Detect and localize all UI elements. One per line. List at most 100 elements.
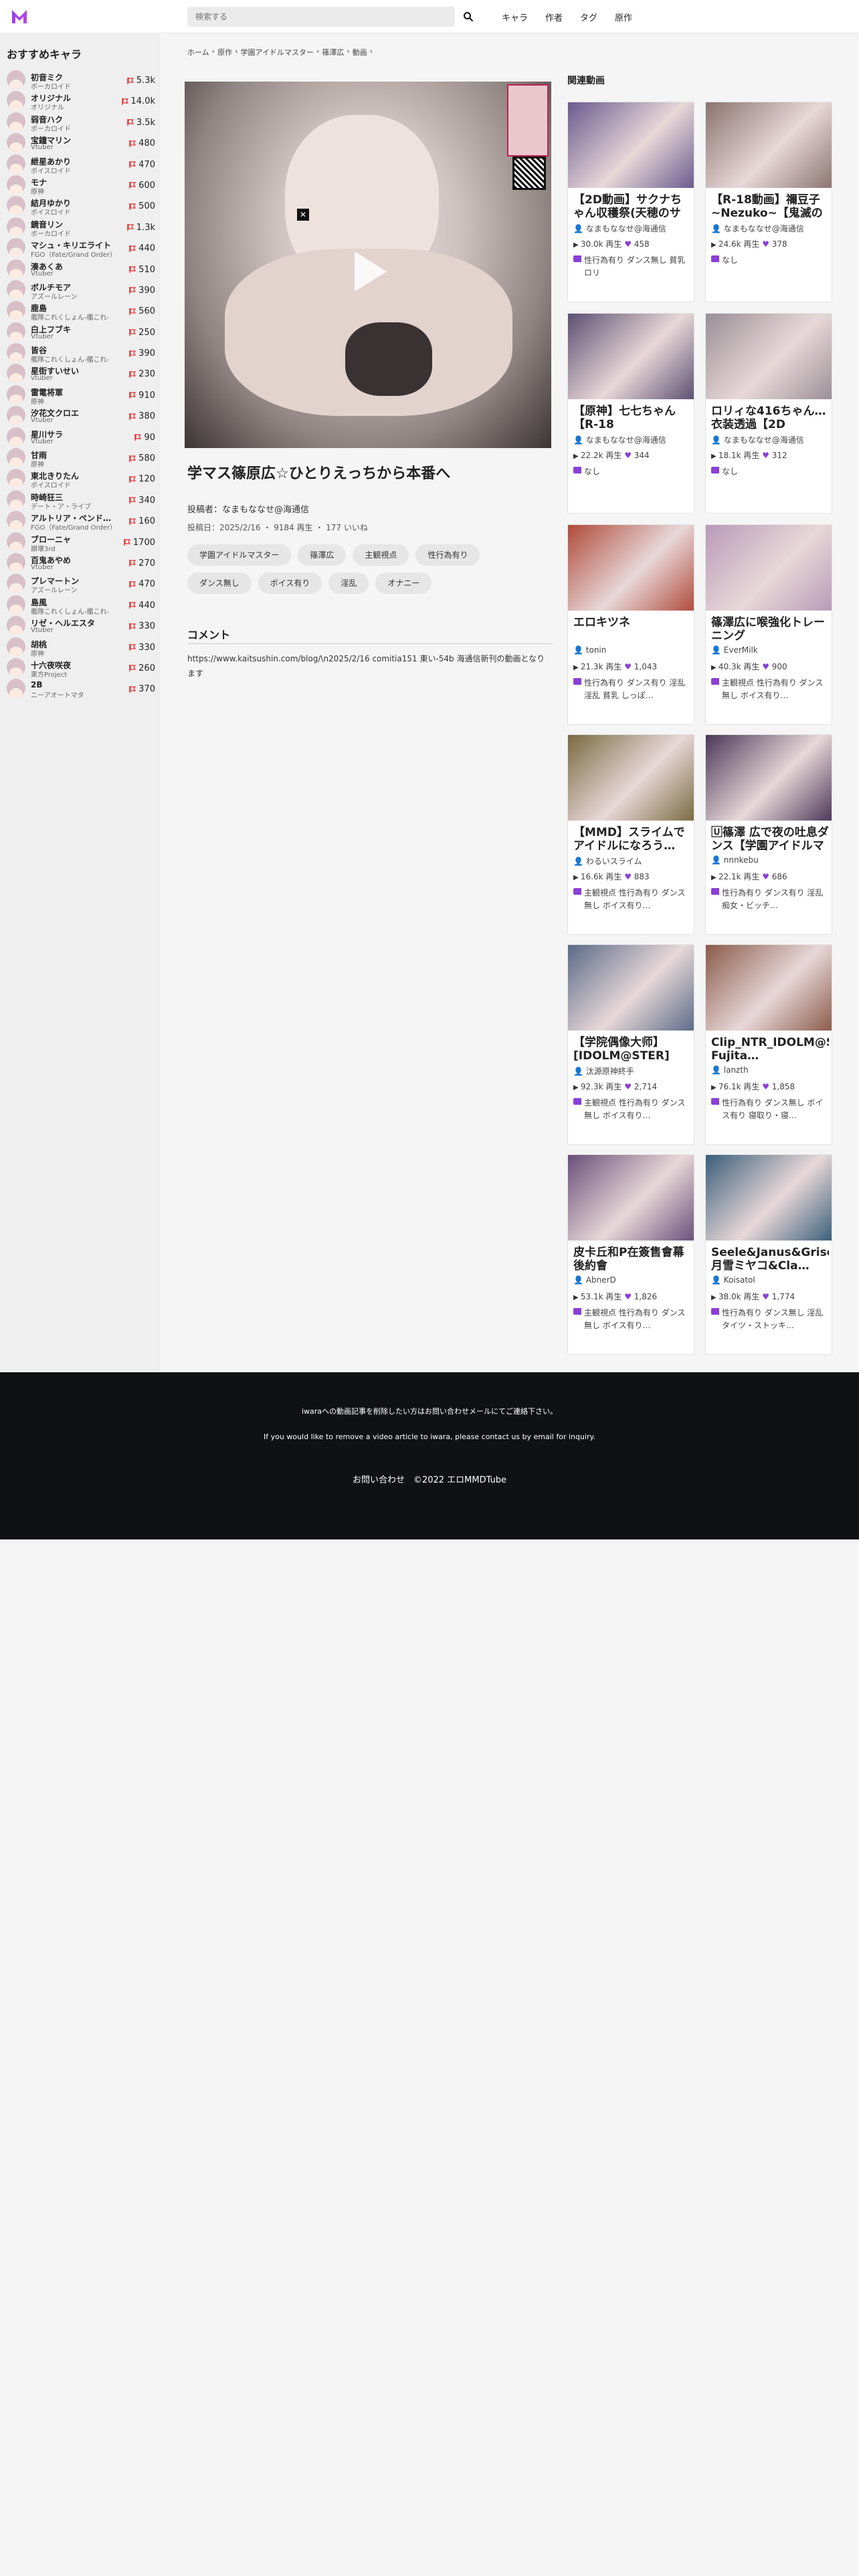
video-thumbnail[interactable]	[706, 102, 832, 188]
card-title[interactable]: 【原神】七七ちゃん【R-18 Anime2Dmotion】	[573, 405, 691, 431]
card-author[interactable]: 👤 nnnkebu	[711, 855, 829, 865]
sidebar-character-item[interactable]: 時崎狂三 デート・ア・ライブ 340	[0, 488, 161, 511]
sidebar-character-item[interactable]: 雷電将軍 原神 910	[0, 383, 161, 406]
play-icon[interactable]	[355, 251, 387, 292]
card-author[interactable]: 👤 Koisatol	[711, 1275, 829, 1285]
sidebar-character-item[interactable]: 2B ニーアオートマタ 370	[0, 677, 161, 700]
breadcrumb-item[interactable]: 動画	[353, 47, 367, 58]
related-video-card[interactable]: 【MMD】スライムでアイドルになろう… 👤 わるいスライム ▶ 16.6k 再生 ♥…	[567, 734, 694, 935]
related-video-card[interactable]: 🅄篠澤 広で夜の吐息ダンス【学園アイドルマスター】 👤 nnnkebu ▶ 22.1…	[705, 734, 832, 935]
tag-chip[interactable]: 篠澤広	[298, 544, 347, 566]
card-author[interactable]: 👤 lanzth	[711, 1065, 829, 1075]
related-video-card[interactable]: 【2D動画】サクナちゃん収穫祭(天穂のサクナヒメ) 👤 なまもななせ@海通信 ▶ 3…	[567, 102, 694, 302]
nav-author[interactable]: 作者	[545, 11, 563, 23]
sidebar-character-item[interactable]: 汐花文クロエ Vtuber 380	[0, 404, 161, 425]
card-title[interactable]: Seele&Janus&Griseo&月雪ミヤコ&Cla…	[711, 1246, 829, 1273]
tag-chip[interactable]: ダンス無し	[187, 572, 252, 594]
sidebar-character-item[interactable]: プレマートン アズールレーン 470	[0, 572, 161, 595]
video-thumbnail[interactable]	[568, 314, 694, 399]
search-input[interactable]	[187, 7, 428, 27]
sidebar-character-item[interactable]: オリジナル オリジナル 14.0k	[0, 89, 161, 112]
card-author[interactable]: 👤 なまもななせ@海通信	[711, 223, 829, 234]
tag-chip[interactable]: 主観視点	[353, 544, 409, 566]
sidebar-character-item[interactable]: 百鬼あやめ Vtuber 270	[0, 551, 161, 572]
sidebar-character-item[interactable]: 結月ゆかり ボイスロイド 500	[0, 194, 161, 217]
card-title[interactable]: 【2D動画】サクナちゃん収穫祭(天穂のサクナヒメ)	[573, 193, 691, 220]
related-video-card[interactable]: 皮卡丘和P在簽售會幕後約會 👤 AbnerD ▶ 53.1k 再生 ♥ 1,826 主…	[567, 1154, 694, 1355]
sidebar-character-item[interactable]: 白上フブキ Vtuber 250	[0, 320, 161, 341]
related-video-card[interactable]: 【学院偶像大师】[IDOLM@STER]【OO… 👤 汰源原神終手 ▶ 92.3k …	[567, 944, 694, 1145]
tag-chip[interactable]: 性行為有り	[415, 544, 480, 566]
breadcrumb-item[interactable]: 篠澤広	[322, 47, 344, 58]
card-author[interactable]: 👤 わるいスライム	[573, 855, 691, 867]
sidebar-character-item[interactable]: リゼ・ヘルエスタ Vtuber 330	[0, 614, 161, 635]
video-thumbnail[interactable]	[568, 102, 694, 188]
tag-chip[interactable]: 淫乱	[328, 572, 369, 594]
card-author[interactable]: 👤 なまもななせ@海通信	[573, 434, 691, 445]
sidebar-character-item[interactable]: 島風 艦隊これくしょん-艦これ- 440	[0, 593, 161, 616]
sidebar-character-item[interactable]: 皆谷 艦隊これくしょん-艦これ- 390	[0, 341, 161, 364]
sidebar-character-item[interactable]: マシュ・キリエライト FGO（Fate/Grand Order） 440	[0, 236, 161, 259]
search-button[interactable]	[456, 7, 480, 27]
sidebar-character-item[interactable]: 星川サラ Vtuber 90	[0, 425, 161, 446]
video-player[interactable]: ✕	[185, 82, 551, 448]
video-thumbnail[interactable]	[706, 945, 832, 1031]
card-title[interactable]: Clip_NTR_IDOLM@STER_Kotone Fujita…	[711, 1036, 829, 1063]
sidebar-character-item[interactable]: 湊あくあ Vtuber 510	[0, 257, 161, 278]
card-author[interactable]: 👤 汰源原神終手	[573, 1065, 691, 1077]
video-thumbnail[interactable]	[706, 314, 832, 399]
footer-links[interactable]: お問い合わせ ©2022 エロMMDTube	[0, 1473, 859, 1485]
close-icon[interactable]: ✕	[297, 209, 309, 221]
card-author[interactable]: 👤 AbnerD	[573, 1275, 691, 1285]
card-author[interactable]: 👤 なまもななせ@海通信	[573, 223, 691, 234]
poster-link[interactable]: なまもななせ@海通信	[222, 505, 309, 515]
related-video-card[interactable]: エロキツネ 👤 tonin ▶ 21.3k 再生 ♥ 1,043 性行為有り ダンス有…	[567, 524, 694, 725]
sidebar-character-item[interactable]: 星街すいせい vtuber 230	[0, 362, 161, 383]
card-author[interactable]: 👤 EverMilk	[711, 645, 829, 655]
sidebar-character-item[interactable]: 紲星あかり ボイスロイド 470	[0, 152, 161, 175]
sidebar-character-item[interactable]: ブローニャ 崩壊3rd 1700	[0, 530, 161, 553]
video-thumbnail[interactable]	[706, 525, 832, 611]
related-video-card[interactable]: 【R-18動画】禰豆子 ~Nezuko~【鬼滅の刃】 👤 なまもななせ@海通信 ▶ …	[705, 102, 832, 302]
video-thumbnail[interactable]	[568, 1155, 694, 1241]
related-video-card[interactable]: 篠澤広に喉強化トレーニング 👤 EverMilk ▶ 40.3k 再生 ♥ 900 主…	[705, 524, 832, 725]
tag-chip[interactable]: ボイス有り	[258, 572, 322, 594]
sidebar-character-item[interactable]: アルトリア・ペンドラゴン FGO（Fate/Grand Order） 160	[0, 509, 161, 532]
sidebar-character-item[interactable]: 初音ミク ボーカロイド 5.3k	[0, 68, 161, 91]
related-video-card[interactable]: 【原神】七七ちゃん【R-18 Anime2Dmotion】 👤 なまもななせ@海通…	[567, 313, 694, 514]
sidebar-character-item[interactable]: ボルチモア アズールレーン 390	[0, 278, 161, 301]
tag-chip[interactable]: 学園アイドルマスター	[187, 544, 292, 566]
card-title[interactable]: 皮卡丘和P在簽售會幕後約會	[573, 1246, 691, 1273]
sidebar-character-item[interactable]: 胡桃 原神 330	[0, 635, 161, 658]
sidebar-character-item[interactable]: 弱音ハク ボーカロイド 3.5k	[0, 110, 161, 133]
card-title[interactable]: ロリィな416ちゃん…衣装透過【2D Animation】	[711, 405, 829, 431]
sidebar-character-item[interactable]: 鹿島 艦隊これくしょん-艦これ- 560	[0, 299, 161, 322]
breadcrumb-item[interactable]: 原作	[217, 47, 232, 58]
card-title[interactable]: 篠澤広に喉強化トレーニング	[711, 616, 829, 643]
sidebar-character-item[interactable]: 宝鐘マリン Vtuber 480	[0, 131, 161, 152]
related-video-card[interactable]: Seele&Janus&Griseo&月雪ミヤコ&Cla… 👤 Koisatol ▶…	[705, 1154, 832, 1355]
nav-character[interactable]: キャラ	[502, 11, 528, 23]
sidebar-character-item[interactable]: モナ 原神 600	[0, 173, 161, 196]
nav-tag[interactable]: タグ	[580, 11, 597, 23]
card-author[interactable]: 👤 なまもななせ@海通信	[711, 434, 829, 445]
video-thumbnail[interactable]	[568, 525, 694, 611]
sidebar-character-item[interactable]: 鏡音リン ボーカロイド 1.3k	[0, 215, 161, 238]
video-thumbnail[interactable]	[568, 735, 694, 821]
related-video-card[interactable]: ロリィな416ちゃん…衣装透過【2D Animation】 👤 なまもななせ@海通…	[705, 313, 832, 514]
card-title[interactable]: 🅄篠澤 広で夜の吐息ダンス【学園アイドルマスター】	[711, 826, 829, 853]
video-thumbnail[interactable]	[568, 945, 694, 1031]
video-thumbnail[interactable]	[706, 735, 832, 821]
card-title[interactable]: 【R-18動画】禰豆子 ~Nezuko~【鬼滅の刃】	[711, 193, 829, 220]
card-author[interactable]: 👤 tonin	[573, 645, 691, 655]
sidebar-character-item[interactable]: 十六夜咲夜 東方Project 260	[0, 656, 161, 679]
card-title[interactable]: 【学院偶像大师】[IDOLM@STER]【OO…	[573, 1036, 691, 1063]
sidebar-character-item[interactable]: 甘雨 原神 580	[0, 446, 161, 469]
site-logo[interactable]	[11, 8, 28, 25]
related-video-card[interactable]: Clip_NTR_IDOLM@STER_Kotone Fujita… 👤 lanz…	[705, 944, 832, 1145]
breadcrumb-item[interactable]: 学園アイドルマスター	[240, 47, 313, 58]
card-title[interactable]: 【MMD】スライムでアイドルになろう…	[573, 826, 691, 853]
nav-source[interactable]: 原作	[615, 11, 632, 23]
tag-chip[interactable]: オナニー	[375, 572, 432, 594]
sidebar-character-item[interactable]: 東北きりたん ボイスロイド 120	[0, 467, 161, 490]
